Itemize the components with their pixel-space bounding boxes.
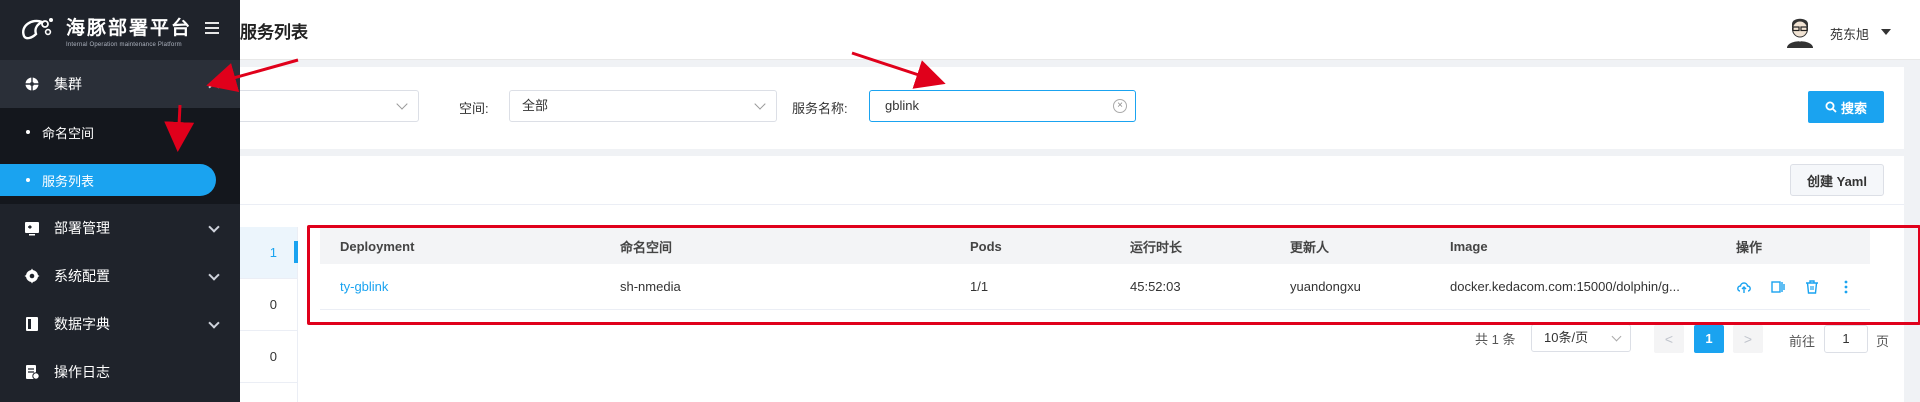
pods-cell: 1/1	[970, 279, 989, 294]
divider	[240, 204, 1904, 205]
sidebar-item-label: 系统配置	[54, 268, 110, 284]
chevron-down-icon	[208, 221, 220, 233]
app-logo[interactable]: 海豚部署平台 Internal Operation maintenance Pl…	[0, 0, 240, 60]
top-header: 服务列表 苑东旭	[240, 0, 1920, 60]
chevron-down-icon	[754, 98, 766, 110]
gear-icon	[24, 268, 40, 284]
cluster-icon	[24, 76, 40, 92]
menu-toggle-icon[interactable]	[205, 22, 219, 34]
dolphin-logo-icon	[18, 14, 58, 46]
chevron-down-icon	[1611, 331, 1622, 342]
prev-page-button[interactable]: <	[1654, 325, 1684, 353]
sidebar-item-data-dictionary[interactable]: 数据字典	[0, 300, 240, 348]
bullet-dot	[26, 178, 30, 182]
column-header: 命名空间	[620, 239, 673, 255]
search-button[interactable]: 搜索	[1808, 91, 1884, 123]
filter-panel: 空间: 全部 服务名称: gblink × 搜索	[230, 67, 1904, 149]
more-icon[interactable]	[1838, 279, 1854, 295]
book-icon	[24, 316, 40, 332]
column-header: 更新人	[1290, 239, 1330, 255]
chevron-down-icon	[396, 98, 408, 110]
cluster-select[interactable]	[230, 90, 419, 122]
log-icon	[24, 364, 40, 380]
upload-cloud-icon[interactable]	[1736, 279, 1752, 295]
sidebar: 海豚部署平台 Internal Operation maintenance Pl…	[0, 0, 240, 402]
space-select[interactable]: 全部	[509, 90, 777, 122]
deployment-table: Deployment 命名空间 Pods 运行时长 更新人 Image 操作 t…	[320, 228, 1870, 310]
search-icon	[1825, 101, 1837, 113]
sidebar-item-label: 部署管理	[54, 220, 110, 236]
chevron-down-icon	[208, 317, 220, 329]
namespace-count-item[interactable]: 0	[240, 331, 297, 383]
service-name-value: gblink	[885, 98, 919, 113]
column-header: 运行时长	[1130, 239, 1183, 255]
sidebar-item-namespaces[interactable]: 命名空间	[0, 108, 240, 156]
sidebar-item-label: 命名空间	[42, 125, 95, 141]
caret-down-icon[interactable]	[1881, 29, 1891, 35]
column-header: Pods	[970, 238, 1002, 254]
avatar[interactable]	[1783, 14, 1817, 48]
sidebar-item-service-list[interactable]: 服务列表	[0, 156, 240, 204]
deploy-icon	[24, 220, 40, 236]
namespace-count-item[interactable]: 0	[240, 279, 297, 331]
content-panel: 创建 Yaml 1 0 0 Deployment 命名空间 Pods 运行时长 …	[240, 156, 1904, 402]
table-header: Deployment 命名空间 Pods 运行时长 更新人 Image 操作	[320, 228, 1870, 264]
table-row: ty-gblink sh-nmedia 1/1 45:52:03 yuandon…	[320, 264, 1870, 310]
namespace-list: 1 0 0	[240, 227, 298, 402]
image-cell: docker.kedacom.com:15000/dolphin/g...	[1450, 279, 1680, 294]
namespace-count-item[interactable]: 1	[240, 227, 298, 279]
sidebar-item-system-config[interactable]: 系统配置	[0, 252, 240, 300]
page-title: 服务列表	[240, 23, 308, 42]
space-select-value: 全部	[522, 98, 549, 113]
bullet-dot	[26, 130, 30, 134]
column-header: Deployment	[340, 238, 415, 254]
goto-page-input[interactable]: 1	[1824, 325, 1868, 353]
sidebar-item-label: 数据字典	[54, 316, 110, 332]
sidebar-item-operation-log[interactable]: 操作日志	[0, 348, 240, 396]
create-yaml-button[interactable]: 创建 Yaml	[1790, 164, 1884, 196]
sidebar-item-cluster[interactable]: 集群	[0, 60, 240, 108]
sidebar-item-label: 服务列表	[42, 173, 95, 189]
active-indicator	[0, 164, 216, 196]
chevron-down-icon	[208, 269, 220, 281]
column-header: 操作	[1736, 239, 1763, 255]
delete-icon[interactable]	[1804, 279, 1820, 295]
scale-icon[interactable]	[1770, 279, 1786, 295]
app-subtitle: Internal Operation maintenance Platform	[66, 41, 182, 48]
uptime-cell: 45:52:03	[1130, 279, 1181, 294]
deployment-link[interactable]: ty-gblink	[320, 279, 600, 294]
space-label: 空间:	[459, 101, 489, 116]
page-size-select[interactable]: 10条/页	[1531, 324, 1631, 352]
chevron-up-icon	[208, 81, 220, 93]
operations-cell	[1716, 279, 1870, 295]
next-page-button[interactable]: >	[1733, 325, 1763, 353]
sidebar-item-label: 集群	[54, 76, 82, 92]
goto-suffix: 页	[1876, 334, 1890, 349]
service-name-label: 服务名称:	[792, 101, 848, 116]
page-number-current[interactable]: 1	[1694, 325, 1724, 353]
sidebar-item-deploy[interactable]: 部署管理	[0, 204, 240, 252]
goto-label: 前往	[1789, 334, 1816, 349]
sidebar-item-label: 操作日志	[54, 364, 110, 380]
search-button-label: 搜索	[1840, 100, 1867, 116]
clear-icon[interactable]: ×	[1113, 99, 1127, 113]
updater-cell: yuandongxu	[1290, 279, 1361, 294]
column-header: Image	[1450, 238, 1488, 254]
page-size-value: 10条/页	[1544, 330, 1589, 345]
user-name[interactable]: 苑东旭	[1830, 24, 1869, 43]
pagination-total: 共 1 条	[1475, 332, 1516, 347]
app-name: 海豚部署平台	[66, 17, 193, 39]
service-name-input[interactable]: gblink ×	[869, 90, 1136, 122]
namespace-cell: sh-nmedia	[620, 279, 681, 294]
create-yaml-label: 创建 Yaml	[1807, 173, 1867, 189]
